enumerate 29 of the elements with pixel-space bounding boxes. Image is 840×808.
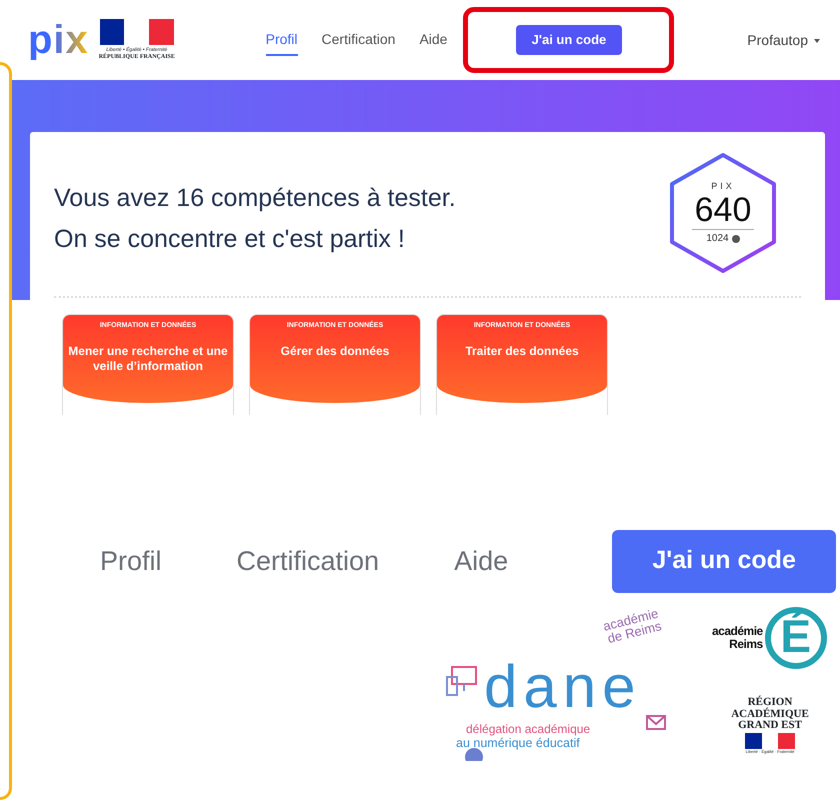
flag-icon <box>745 733 795 749</box>
academie-name: académie Reims <box>712 624 763 652</box>
flag-icon <box>100 18 174 44</box>
nav-tab[interactable]: Aide <box>454 540 508 582</box>
card-title: Traiter des données <box>464 344 580 360</box>
hero-text: On se concentre et c'est partix ! <box>54 227 406 252</box>
dane-subtitle: délégation académique <box>466 721 590 738</box>
code-button[interactable]: J'ai un code <box>516 25 622 55</box>
nav-tab[interactable]: Profil <box>100 540 162 582</box>
code-button[interactable]: J'ai un code <box>612 530 836 592</box>
nav-tab[interactable]: Certification <box>236 540 380 582</box>
caret-icon <box>814 38 820 43</box>
score-max: 1024 <box>692 229 754 246</box>
envelope-icon <box>646 715 666 730</box>
computer-icon <box>446 665 478 699</box>
score-label: PIX <box>711 180 735 193</box>
user-menu[interactable]: Profautop <box>741 28 826 52</box>
dane-tagline: académie de Reims <box>602 606 663 646</box>
region-name: RÉGION ACADÉMIQUE GRAND EST <box>730 697 810 732</box>
card-title: Gérer des données <box>280 344 390 360</box>
nav-tab[interactable]: Profil <box>266 24 298 56</box>
nav-tab[interactable]: Certification <box>322 24 396 56</box>
hero-text: Vous avez 16 compétences à tester. <box>54 186 456 211</box>
card-title: Mener une recherche et une veille d’information <box>67 344 229 375</box>
nav-tab[interactable]: Aide <box>419 24 448 56</box>
score-value: 640 <box>694 193 752 230</box>
dane-logo-text: dane <box>484 657 642 717</box>
academie-logo-letter: É <box>764 607 827 669</box>
dane-subtitle: au numérique éducatif <box>456 736 580 752</box>
